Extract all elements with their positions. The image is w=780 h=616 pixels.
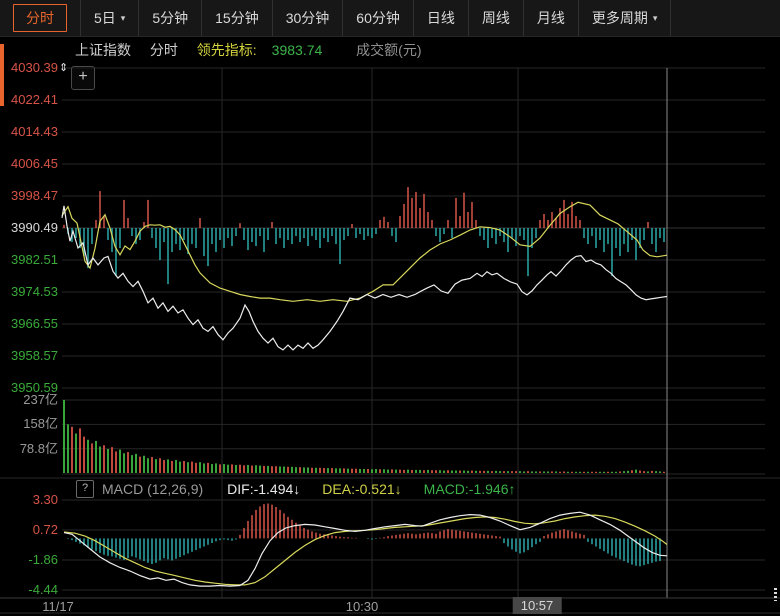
volume-tick-label: 158亿 xyxy=(23,416,58,432)
macd-tick-label: -1.86 xyxy=(28,552,58,568)
time-label: 10:30 xyxy=(345,599,379,614)
macd-value-dea: DEA:-0.521↓ xyxy=(322,481,402,497)
price-tick-label: 4014.43 xyxy=(11,124,58,139)
price-tick-label: 3998.47 xyxy=(11,188,58,203)
dif-line xyxy=(63,511,668,587)
macd-value-dif: DIF:-1.494↓ xyxy=(227,481,301,497)
chart-canvas[interactable] xyxy=(0,0,780,616)
macd-title: MACD (12,26,9) xyxy=(102,481,204,497)
help-icon[interactable]: ? xyxy=(76,480,94,498)
macd-indicator-header: ? MACD (12,26,9) DIF:-1.494↓ DEA:-0.521↓ M… xyxy=(76,480,537,498)
price-tick-label: 3966.55 xyxy=(11,316,58,331)
price-tick-label: 3958.57 xyxy=(11,348,58,363)
time-label: 11/17 xyxy=(42,599,74,614)
volume-tick-label: 78.8亿 xyxy=(19,440,58,456)
price-tick-label: 3974.53 xyxy=(11,284,58,299)
price-tick-label: 4030.39 xyxy=(11,60,58,75)
price-tick-label: 4022.41 xyxy=(11,92,58,107)
price-tick-label: 3982.51 xyxy=(11,252,58,267)
price-tick-label: 4006.45 xyxy=(11,156,58,171)
crosshair-button[interactable]: + xyxy=(71,66,95,90)
price-updown-icon: ⇕ xyxy=(59,62,69,74)
macd-tick-label: 3.30 xyxy=(32,492,58,508)
macd-value-macd: MACD:-1.946↑ xyxy=(423,481,516,497)
price-tick-label: 3990.49 xyxy=(11,220,58,235)
dea-line xyxy=(63,514,668,586)
time-label-current: 10:57 xyxy=(512,597,562,614)
scrollbar-handle[interactable] xyxy=(774,588,777,601)
stock-app-window: 分时 5日 ▾ 5分钟 15分钟 30分钟 60分钟 日线 周线 月线 更多周期 ▾ 上证指数 分时 … xyxy=(0,0,780,616)
macd-tick-label: 0.72 xyxy=(32,522,58,538)
volume-tick-label: 237亿 xyxy=(23,392,58,407)
macd-tick-label: -4.44 xyxy=(28,582,58,598)
